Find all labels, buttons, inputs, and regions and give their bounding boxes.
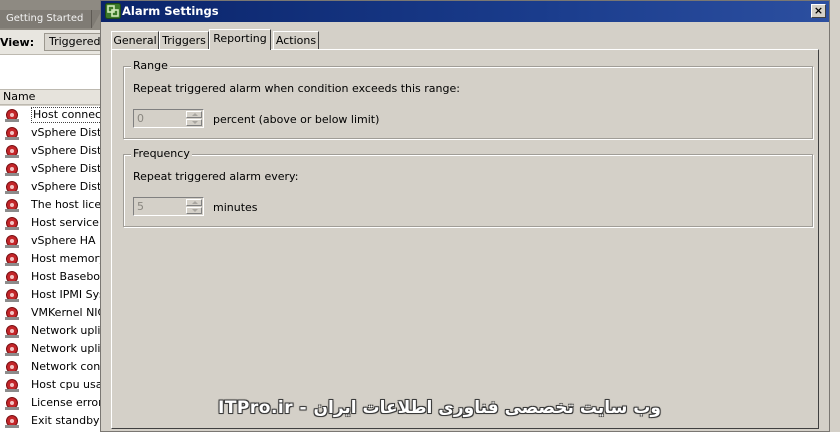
range-description: Repeat triggered alarm when condition ex… xyxy=(133,82,460,95)
alarm-name: vSphere Distri xyxy=(31,144,109,157)
list-item[interactable]: Network uplink xyxy=(0,340,110,358)
close-button[interactable]: × xyxy=(811,4,826,18)
alarm-name: Host cpu usag xyxy=(31,378,110,391)
list-item[interactable]: The host licens xyxy=(0,196,110,214)
list-item[interactable]: vSphere Distri xyxy=(0,124,110,142)
frequency-group-title: Frequency xyxy=(131,147,192,160)
alarm-triggered-icon xyxy=(5,199,19,212)
frequency-unit-label: minutes xyxy=(213,201,258,214)
vsphere-app-icon xyxy=(105,3,121,19)
alarm-name: License error xyxy=(31,396,103,409)
alarm-name: Network uplink xyxy=(31,342,110,355)
tab-reporting[interactable]: Reporting xyxy=(209,29,271,50)
range-decrement-button[interactable] xyxy=(186,119,202,126)
range-group-title: Range xyxy=(131,59,170,72)
list-item[interactable]: Exit standby e xyxy=(0,412,110,430)
reporting-panel: Range Repeat triggered alarm when condit… xyxy=(111,49,819,429)
tab-actions[interactable]: Actions xyxy=(273,31,319,49)
filter-area xyxy=(0,55,110,89)
list-item[interactable]: Host memory c xyxy=(0,250,110,268)
range-increment-button[interactable] xyxy=(186,111,202,118)
dialog-title-bar[interactable]: Alarm Settings × xyxy=(101,1,829,22)
list-item[interactable]: vSphere Distri xyxy=(0,178,110,196)
tab-general[interactable]: General xyxy=(111,31,159,49)
alarm-name: vSphere Distri xyxy=(31,126,109,139)
list-item[interactable]: Host Baseboar xyxy=(0,268,110,286)
alarm-triggered-icon xyxy=(5,163,19,176)
alarm-name: vSphere HA ho xyxy=(31,234,110,247)
list-item[interactable]: Host cpu usag xyxy=(0,376,110,394)
alarm-triggered-icon xyxy=(5,397,19,410)
alarm-triggered-icon xyxy=(5,289,19,302)
list-item[interactable]: vSphere Distri xyxy=(0,142,110,160)
frequency-minutes-value: 5 xyxy=(137,200,144,213)
range-percent-stepper[interactable]: 0 xyxy=(133,109,204,128)
list-item[interactable]: vSphere Distri xyxy=(0,160,110,178)
alarm-triggered-icon xyxy=(5,217,19,230)
alarm-triggered-icon xyxy=(5,253,19,266)
alarm-name: Host IPMI Sys xyxy=(31,288,105,301)
alarm-name: vSphere Distri xyxy=(31,162,109,175)
alarm-triggered-icon xyxy=(5,181,19,194)
frequency-minutes-stepper[interactable]: 5 xyxy=(133,197,204,216)
list-item[interactable]: Host IPMI Sys xyxy=(0,286,110,304)
alarm-name: VMKernel NIC xyxy=(31,306,106,319)
alarm-name: Host connection xyxy=(31,107,110,123)
alarm-triggered-icon xyxy=(5,361,19,374)
list-item[interactable]: Network uplink xyxy=(0,322,110,340)
range-unit-label: percent (above or below limit) xyxy=(213,113,380,126)
frequency-description: Repeat triggered alarm every: xyxy=(133,170,299,183)
frequency-decrement-button[interactable] xyxy=(186,207,202,214)
alarm-triggered-icon xyxy=(5,109,19,122)
alarm-triggered-icon xyxy=(5,343,19,356)
alarm-list: Host connection vSphere Distri vSphere Dis… xyxy=(0,106,110,432)
list-item[interactable]: Host connection xyxy=(0,106,110,124)
list-item[interactable]: vSphere HA ho xyxy=(0,232,110,250)
alarm-name: Host Baseboar xyxy=(31,270,110,283)
alarm-triggered-icon xyxy=(5,325,19,338)
alarm-name: Network uplink xyxy=(31,324,110,337)
alarm-triggered-icon xyxy=(5,415,19,428)
view-label: View: xyxy=(0,36,35,49)
alarm-name: Host memory c xyxy=(31,252,110,265)
list-item[interactable]: VMKernel NIC xyxy=(0,304,110,322)
alarm-triggered-icon xyxy=(5,271,19,284)
alarm-triggered-icon xyxy=(5,145,19,158)
range-percent-value: 0 xyxy=(137,112,144,125)
tab-getting-started[interactable]: Getting Started xyxy=(0,10,92,28)
alarm-name: vSphere Distri xyxy=(31,180,109,193)
alarm-name: The host licens xyxy=(31,198,110,211)
alarm-settings-dialog: Alarm Settings × General Triggers Report… xyxy=(100,0,830,432)
column-header-name[interactable]: Name xyxy=(0,89,110,105)
list-item[interactable]: Network conne xyxy=(0,358,110,376)
alarm-name: Network conne xyxy=(31,360,110,373)
alarm-triggered-icon xyxy=(5,379,19,392)
site-watermark: ITPro.ir - وب سایت تخصصی فناوری اطلاعات … xyxy=(218,398,661,418)
alarm-triggered-icon xyxy=(5,127,19,140)
view-triggered-button[interactable]: Triggered xyxy=(44,33,104,51)
alarm-triggered-icon xyxy=(5,235,19,248)
list-item[interactable]: License error xyxy=(0,394,110,412)
frequency-increment-button[interactable] xyxy=(186,199,202,206)
view-bar: View: Triggered xyxy=(0,30,110,55)
alarm-triggered-icon xyxy=(5,307,19,320)
list-item[interactable]: Host service c xyxy=(0,214,110,232)
frequency-group: Frequency Repeat triggered alarm every: … xyxy=(123,147,813,227)
alarm-name: Exit standby e xyxy=(31,414,110,427)
dialog-title: Alarm Settings xyxy=(122,4,219,18)
alarm-name: Host service c xyxy=(31,216,109,229)
range-group: Range Repeat triggered alarm when condit… xyxy=(123,59,813,139)
tab-triggers[interactable]: Triggers xyxy=(159,31,209,49)
